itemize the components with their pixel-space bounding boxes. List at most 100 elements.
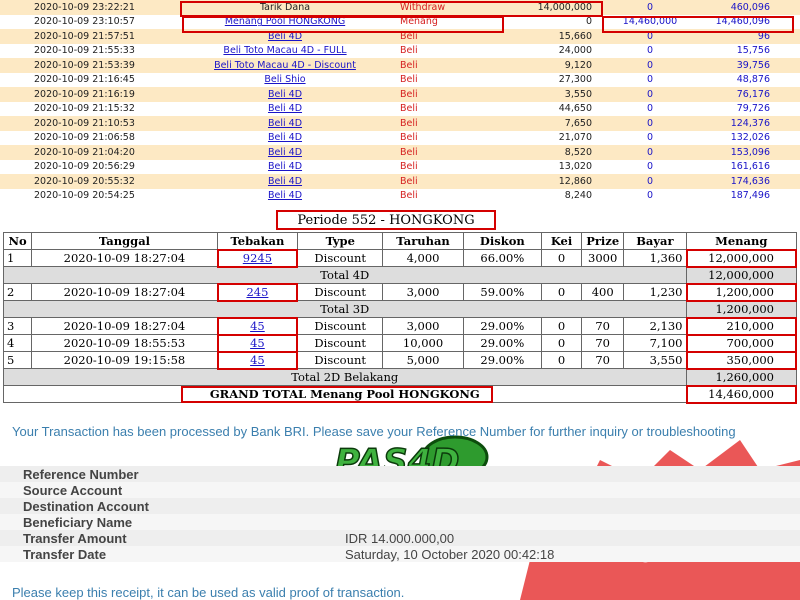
bet-guess-link[interactable]: 45 bbox=[250, 319, 265, 333]
ledger-description: Beli 4D bbox=[180, 87, 390, 102]
bet-row: 2 2020-10-09 18:27:04 245 Discount 3,000 59.0… bbox=[2, 283, 797, 301]
ledger-credit: 0 bbox=[646, 45, 654, 57]
bet-diskon: 29.00% bbox=[462, 351, 542, 369]
ledger-description-link[interactable]: Beli Toto Macau 4D - Discount bbox=[214, 60, 356, 71]
ledger-description-link[interactable]: Beli 4D bbox=[268, 89, 302, 100]
receipt-footer: Please keep this receipt, it can be used… bbox=[12, 585, 405, 600]
bet-taruhan: 4,000 bbox=[382, 249, 464, 267]
bet-guess-link[interactable]: 45 bbox=[250, 336, 265, 350]
bet-kei: 0 bbox=[540, 283, 583, 301]
bet-guess-link[interactable]: 45 bbox=[250, 353, 265, 367]
receipt-field-label: Destination Account bbox=[23, 498, 149, 514]
bet-guess-link[interactable]: 245 bbox=[246, 285, 268, 299]
bet-menang: 700,000 bbox=[685, 334, 797, 352]
ledger-amount: 27,300 bbox=[558, 74, 592, 86]
ledger-balance: 96 bbox=[757, 30, 770, 42]
ledger-amount: 15,660 bbox=[558, 30, 592, 42]
ledger-credit: 0 bbox=[646, 103, 654, 115]
bet-kei: 0 bbox=[540, 249, 583, 267]
receipt-field-label: Transfer Amount bbox=[23, 530, 127, 546]
ledger-date: 2020-10-09 21:10:53 bbox=[34, 117, 135, 129]
ledger-type: Beli bbox=[400, 74, 418, 86]
ledger-balance: 15,756 bbox=[736, 45, 770, 57]
receipt-row: Reference Number bbox=[0, 466, 800, 482]
bet-no: 1 bbox=[2, 249, 33, 267]
ledger-description: Beli Toto Macau 4D - FULL bbox=[180, 44, 390, 59]
bet-guess-link[interactable]: 9245 bbox=[243, 251, 272, 265]
ledger-balance: 14,460,096 bbox=[715, 16, 770, 28]
subtotal-row: Total 4D 12,000,000 bbox=[3, 266, 797, 284]
transaction-ledger: 2020-10-09 23:22:21 Tarik Dana Withdraw 14,… bbox=[0, 0, 800, 203]
ledger-date: 2020-10-09 21:53:39 bbox=[34, 59, 135, 71]
subtotal-value: 12,000,000 bbox=[685, 266, 797, 284]
column-header: Type bbox=[297, 232, 384, 250]
bet-type: Discount bbox=[297, 351, 384, 369]
receipt-field-value bbox=[323, 466, 800, 482]
bet-diskon: 29.00% bbox=[462, 317, 542, 335]
ledger-description-link[interactable]: Menang Pool HONGKONG bbox=[225, 16, 345, 27]
ledger-credit: 0 bbox=[646, 74, 654, 86]
bet-tanggal: 2020-10-09 18:55:53 bbox=[31, 334, 218, 352]
ledger-date: 2020-10-09 21:16:45 bbox=[34, 74, 135, 86]
ledger-row: 2020-10-09 21:57:51 Beli 4D Beli 15,660 0 96 bbox=[0, 29, 800, 44]
bet-bayar: 3,550 bbox=[623, 351, 687, 369]
ledger-credit: 0 bbox=[646, 146, 654, 158]
ledger-description-link[interactable]: Beli 4D bbox=[268, 118, 302, 129]
ledger-amount: 3,550 bbox=[564, 88, 592, 100]
ledger-balance: 161,616 bbox=[730, 161, 770, 173]
ledger-amount: 21,070 bbox=[558, 132, 592, 144]
ledger-balance: 174,636 bbox=[730, 175, 770, 187]
ledger-description-link[interactable]: Beli 4D bbox=[268, 190, 302, 201]
grand-total-row: GRAND TOTAL Menang Pool HONGKONG 14,460,0… bbox=[3, 385, 797, 403]
ledger-type: Beli bbox=[400, 175, 418, 187]
ledger-type: Beli bbox=[400, 132, 418, 144]
ledger-row: 2020-10-09 20:56:29 Beli 4D Beli 13,020 0 161… bbox=[0, 159, 800, 174]
receipt-field-label: Transfer Date bbox=[23, 546, 107, 562]
ledger-type: Beli bbox=[400, 45, 418, 57]
bet-no: 3 bbox=[2, 317, 33, 335]
ledger-row: 2020-10-09 23:22:21 Tarik Dana Withdraw 14,… bbox=[0, 0, 800, 15]
bet-tebakan: 45 bbox=[216, 334, 299, 352]
ledger-description-link[interactable]: Beli 4D bbox=[268, 31, 302, 42]
ledger-date: 2020-10-09 20:54:25 bbox=[34, 190, 135, 202]
receipt-row: Transfer Amount IDR 14.000.000,00 bbox=[0, 530, 800, 546]
bet-no: 2 bbox=[2, 283, 33, 301]
bet-prize: 400 bbox=[581, 283, 625, 301]
bet-kei: 0 bbox=[540, 317, 583, 335]
ledger-description-link[interactable]: Beli 4D bbox=[268, 176, 302, 187]
ledger-description-link[interactable]: Beli 4D bbox=[268, 103, 302, 114]
ledger-description-link[interactable]: Beli 4D bbox=[268, 147, 302, 158]
receipt-field-label: Beneficiary Name bbox=[23, 514, 133, 530]
grand-total-value: 14,460,000 bbox=[685, 385, 797, 403]
bet-menang: 350,000 bbox=[685, 351, 797, 369]
ledger-balance: 153,096 bbox=[730, 146, 770, 158]
receipt-field-value bbox=[323, 514, 800, 530]
ledger-amount: 7,650 bbox=[564, 117, 592, 129]
bet-tebakan: 245 bbox=[216, 283, 299, 301]
bet-bayar: 7,100 bbox=[623, 334, 687, 352]
ledger-description-link[interactable]: Beli Toto Macau 4D - FULL bbox=[223, 45, 346, 56]
grand-total-label: GRAND TOTAL Menang Pool HONGKONG bbox=[3, 385, 687, 403]
ledger-row: 2020-10-09 21:06:58 Beli 4D Beli 21,070 0 132… bbox=[0, 130, 800, 145]
ledger-date: 2020-10-09 21:16:19 bbox=[34, 88, 135, 100]
ledger-description: Beli 4D bbox=[180, 116, 390, 131]
ledger-description: Beli Shio bbox=[180, 73, 390, 88]
ledger-description: Beli 4D bbox=[180, 102, 390, 117]
ledger-description-link[interactable]: Beli 4D bbox=[268, 132, 302, 143]
bet-tebakan: 9245 bbox=[216, 249, 299, 267]
bet-row: 5 2020-10-09 19:15:58 45 Discount 5,000 29.00… bbox=[2, 351, 797, 369]
ledger-row: 2020-10-09 21:53:39 Beli Toto Macau 4D - … bbox=[0, 58, 800, 73]
bet-type: Discount bbox=[297, 334, 384, 352]
ledger-description-link[interactable]: Beli Shio bbox=[264, 74, 305, 85]
ledger-credit: 14,460,000 bbox=[622, 16, 678, 28]
column-header: Diskon bbox=[462, 232, 542, 250]
ledger-amount: 0 bbox=[585, 16, 592, 28]
bet-bayar: 1,230 bbox=[623, 283, 687, 301]
ledger-row: 2020-10-09 20:55:32 Beli 4D Beli 12,860 0 174… bbox=[0, 174, 800, 189]
ledger-type: Beli bbox=[400, 103, 418, 115]
bet-no: 4 bbox=[2, 334, 33, 352]
ledger-date: 2020-10-09 23:22:21 bbox=[34, 1, 135, 13]
receipt-field-value bbox=[323, 498, 800, 514]
ledger-description-link[interactable]: Beli 4D bbox=[268, 161, 302, 172]
bet-row: 4 2020-10-09 18:55:53 45 Discount 10,000 29.0… bbox=[2, 334, 797, 352]
